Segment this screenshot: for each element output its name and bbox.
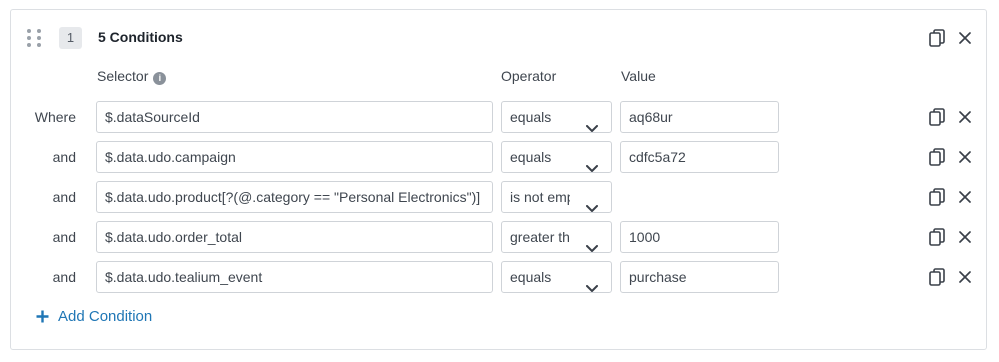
operator-selected-value: equals (510, 109, 552, 125)
condition-conjunction-label: and (52, 149, 76, 165)
selector-header-label: Selector (97, 68, 149, 84)
condition-conjunction-label: and (52, 229, 76, 245)
copy-icon[interactable] (927, 28, 947, 48)
add-condition-label: Add Condition (58, 308, 153, 325)
copy-icon[interactable] (927, 147, 947, 167)
chevron-down-icon (586, 113, 598, 132)
drag-handle-icon[interactable] (27, 29, 41, 47)
value-input[interactable]: 1000 (620, 221, 779, 253)
close-icon[interactable] (955, 107, 975, 127)
selector-input[interactable]: $.dataSourceId (96, 101, 493, 133)
operator-selected-value: is not emp (510, 189, 570, 205)
condition-conjunction-label: and (52, 189, 76, 205)
copy-icon[interactable] (927, 227, 947, 247)
info-icon[interactable]: i (153, 72, 167, 85)
value-column-header: Value (621, 68, 656, 84)
selector-column-header: Selector i (97, 68, 167, 85)
group-number-badge: 1 (59, 27, 82, 49)
operator-select[interactable]: greater th (501, 221, 612, 253)
selector-input[interactable]: $.data.udo.campaign (96, 141, 493, 173)
condition-group-card (10, 9, 987, 350)
operator-select[interactable]: equals (501, 261, 612, 293)
plus-icon (36, 310, 49, 323)
value-input[interactable]: aq68ur (620, 101, 779, 133)
chevron-down-icon (586, 273, 598, 292)
operator-column-header: Operator (501, 68, 557, 84)
operator-selected-value: greater th (510, 229, 570, 245)
chevron-down-icon (586, 153, 598, 172)
close-icon[interactable] (955, 147, 975, 167)
operator-selected-value: equals (510, 149, 552, 165)
value-input[interactable]: purchase (620, 261, 779, 293)
operator-select[interactable]: is not emp (501, 181, 612, 213)
copy-icon[interactable] (927, 107, 947, 127)
condition-conjunction-label: and (52, 269, 76, 285)
add-condition-button[interactable]: Add Condition (36, 308, 152, 325)
chevron-down-icon (586, 193, 598, 212)
operator-select[interactable]: equals (501, 101, 612, 133)
copy-icon[interactable] (927, 267, 947, 287)
close-icon[interactable] (955, 28, 975, 48)
operator-selected-value: equals (510, 269, 552, 285)
copy-icon[interactable] (927, 187, 947, 207)
selector-input[interactable]: $.data.udo.order_total (96, 221, 493, 253)
value-input[interactable]: cdfc5a72 (620, 141, 779, 173)
operator-select[interactable]: equals (501, 141, 612, 173)
close-icon[interactable] (955, 267, 975, 287)
condition-conjunction-label: Where (34, 109, 76, 125)
close-icon[interactable] (955, 187, 975, 207)
selector-input[interactable]: $.data.udo.product[?(@.category == "Pers… (96, 181, 493, 213)
chevron-down-icon (586, 233, 598, 252)
selector-input[interactable]: $.data.udo.tealium_event (96, 261, 493, 293)
close-icon[interactable] (955, 227, 975, 247)
group-title: 5 Conditions (98, 29, 183, 45)
